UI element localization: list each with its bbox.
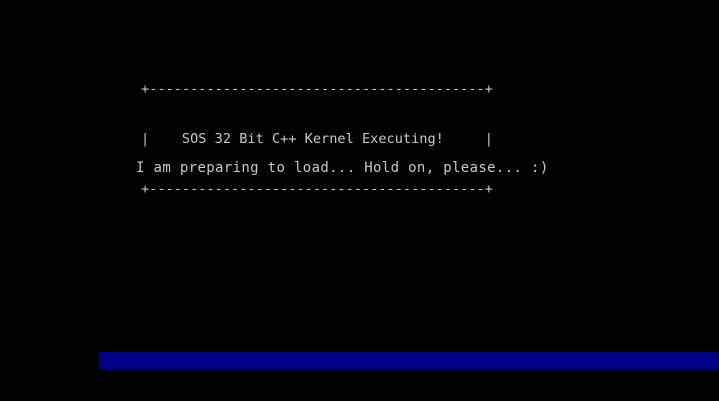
banner-bottom-border: +---------------------------------------… [141,180,493,197]
banner-top-border: +---------------------------------------… [141,81,493,98]
banner-title: | SOS 32 Bit C++ Kernel Executing! | [141,130,493,147]
progress-bar [99,352,719,369]
boot-screen: +---------------------------------------… [0,0,719,401]
loading-message: I am preparing to load... Hold on, pleas… [136,160,549,176]
kernel-banner: +---------------------------------------… [141,48,493,231]
